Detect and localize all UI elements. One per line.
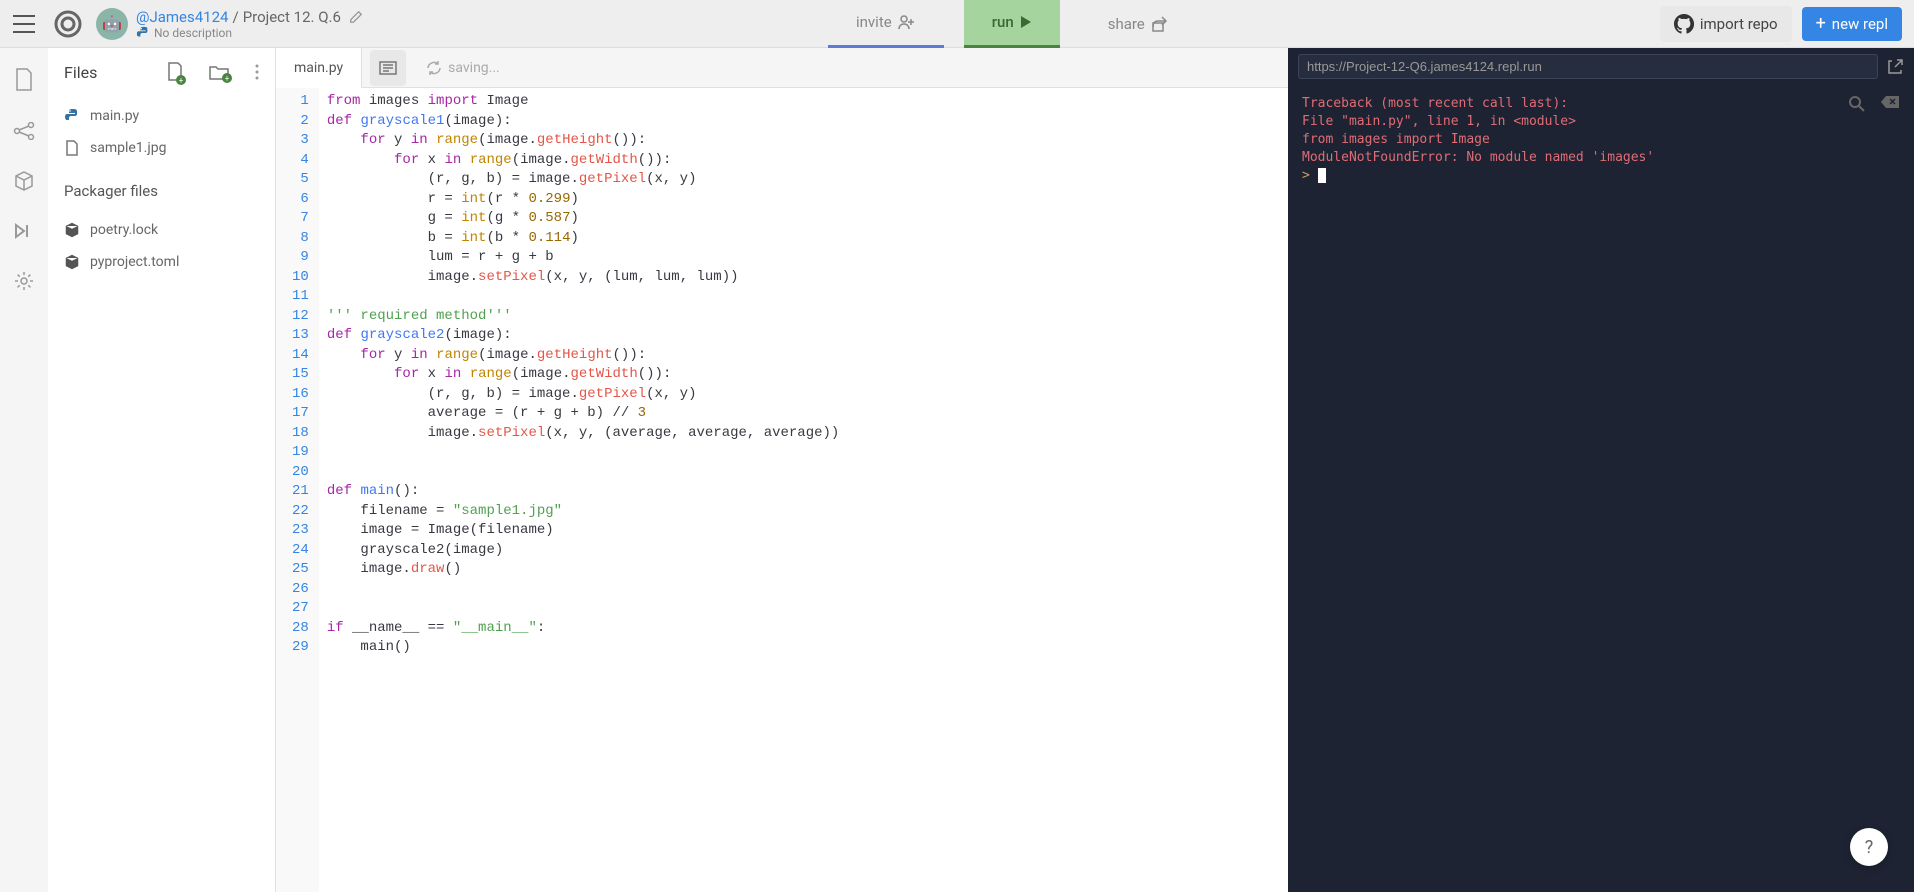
tab-mainpy[interactable]: main.py — [276, 48, 362, 88]
file-name: main.py — [90, 108, 139, 124]
new-repl-button[interactable]: + new repl — [1802, 7, 1902, 41]
code-content[interactable]: from images import Imagedef grayscale1(i… — [319, 88, 848, 892]
repl-url-input[interactable] — [1298, 54, 1878, 79]
debug-rail-icon[interactable] — [13, 222, 35, 240]
left-rail — [0, 48, 48, 892]
username-link[interactable]: @James4124 — [136, 8, 228, 26]
editor-area: main.py saving... 1234567891011121314151… — [276, 48, 1288, 892]
file-icon — [64, 254, 80, 270]
python-icon — [136, 26, 150, 40]
invite-button[interactable]: invite — [828, 0, 944, 48]
run-button[interactable]: run — [964, 0, 1060, 48]
console-cursor — [1318, 168, 1326, 183]
header: 🤖 @James4124/Project 12. Q.6 No descript… — [0, 0, 1914, 48]
hamburger-menu[interactable] — [0, 0, 48, 48]
help-button[interactable]: ? — [1850, 828, 1888, 866]
markdown-preview-icon[interactable] — [370, 50, 406, 86]
share-button[interactable]: share — [1080, 0, 1195, 48]
project-description: No description — [154, 26, 232, 40]
sidebar-title: Files — [64, 63, 155, 82]
invite-icon — [898, 14, 916, 30]
code-editor[interactable]: 1234567891011121314151617181920212223242… — [276, 88, 1288, 892]
file-name: pyproject.toml — [90, 254, 179, 270]
open-external-icon[interactable] — [1886, 58, 1904, 76]
settings-rail-icon[interactable] — [13, 270, 35, 292]
files-rail-icon[interactable] — [14, 68, 34, 92]
file-item[interactable]: poetry.lock — [48, 214, 275, 246]
import-repo-button[interactable]: import repo — [1660, 6, 1792, 42]
package-rail-icon[interactable] — [13, 170, 35, 192]
play-icon — [1020, 15, 1032, 29]
line-gutter: 1234567891011121314151617181920212223242… — [276, 88, 319, 892]
console-output[interactable]: Traceback (most recent call last): File … — [1288, 85, 1914, 892]
user-avatar[interactable]: 🤖 — [96, 8, 128, 40]
saving-indicator: saving... — [426, 60, 500, 76]
github-icon — [1674, 14, 1694, 34]
plus-icon: + — [1816, 15, 1826, 33]
spiral-icon — [53, 9, 83, 39]
console-prompt: > — [1302, 168, 1310, 183]
share-rail-icon[interactable] — [13, 122, 35, 140]
file-item[interactable]: sample1.jpg — [48, 132, 275, 164]
edit-icon[interactable] — [349, 10, 363, 24]
file-icon — [64, 222, 80, 238]
file-name: poetry.lock — [90, 222, 158, 238]
file-item[interactable]: main.py — [48, 100, 275, 132]
new-folder-icon[interactable]: + — [209, 64, 229, 80]
share-icon — [1151, 16, 1167, 32]
file-icon — [64, 108, 80, 124]
editor-tabs: main.py saving... — [276, 48, 1288, 88]
project-name[interactable]: Project 12. Q.6 — [243, 8, 341, 26]
refresh-icon — [426, 60, 442, 76]
replit-logo[interactable] — [48, 4, 88, 44]
console-panel: Traceback (most recent call last): File … — [1288, 48, 1914, 892]
file-item[interactable]: pyproject.toml — [48, 246, 275, 278]
packager-section-title: Packager files — [48, 168, 275, 210]
hamburger-icon — [13, 15, 35, 33]
project-info: @James4124/Project 12. Q.6 No descriptio… — [136, 8, 363, 40]
more-icon[interactable] — [255, 64, 259, 80]
file-icon — [64, 140, 80, 156]
console-clear-icon[interactable] — [1880, 95, 1900, 113]
file-name: sample1.jpg — [90, 140, 166, 156]
console-search-icon[interactable] — [1848, 95, 1866, 113]
new-file-icon[interactable]: + — [167, 62, 183, 82]
sidebar: Files + + main.py sample1.jpg Packager fi… — [48, 48, 276, 892]
